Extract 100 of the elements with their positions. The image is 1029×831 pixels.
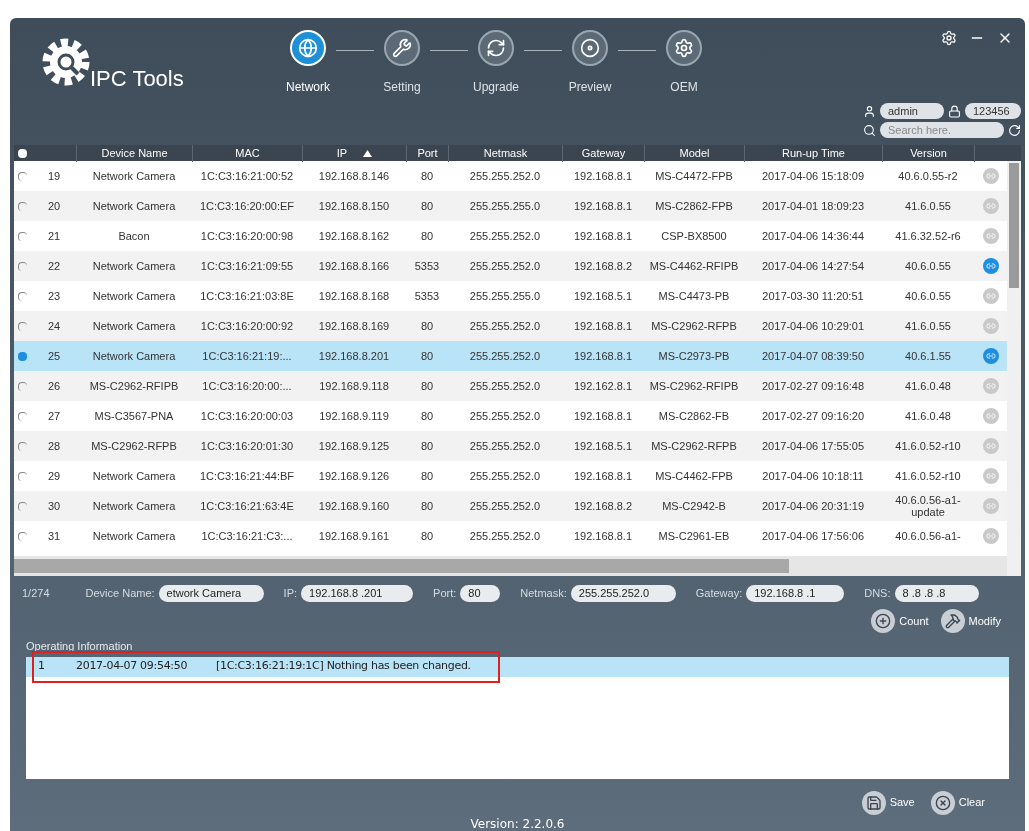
table-cell-text: 192.168.8.1 (572, 530, 634, 542)
horizontal-scrollbar[interactable] (14, 556, 1007, 576)
select-all-checkbox[interactable] (18, 148, 27, 158)
field-label: Gateway: (695, 585, 743, 601)
action-button[interactable]: Modify (940, 609, 1001, 633)
table-cell-text: 41.6.0.55 (904, 200, 952, 212)
step-tab[interactable]: Network (286, 78, 330, 96)
table-cell-text: Network Camera (91, 260, 177, 272)
table-cell-text: 41.6.32.52-r6 (894, 230, 962, 242)
table-cell-text: 192.168.8.166 (317, 260, 391, 272)
section-title: Operating Information (25, 639, 134, 654)
table-cell-text: 255.255.252.0 (468, 470, 542, 482)
footer-button[interactable]: Clear (930, 790, 985, 815)
search-icon (863, 123, 876, 137)
footer-button[interactable]: Save (861, 790, 915, 815)
table-cell-text: Network Camera (91, 350, 177, 362)
password-field[interactable]: 123456 (965, 103, 1021, 119)
table-cell-text: 1C:C3:16:20:00:EF (198, 200, 296, 212)
table-cell-text: 2017-02-27 09:16:48 (760, 380, 866, 392)
refresh-icon[interactable] (478, 30, 514, 66)
table-cell-text: MS-C3567-PNA (93, 410, 175, 422)
table-cell-text: Network Camera (91, 290, 177, 302)
field-label: Netmask: (520, 585, 567, 601)
detail-field[interactable]: 255.255.252.0 (570, 584, 676, 602)
action-button[interactable]: Count (871, 609, 929, 633)
detail-field[interactable]: 192.168.8 .201 (301, 584, 414, 602)
table-cell-text: 2017-04-06 14:27:54 (760, 260, 866, 272)
table-cell-text: 1C:C3:16:21:63:4E (199, 500, 295, 512)
step-tab[interactable]: Setting (383, 78, 421, 96)
field-label: IP: (283, 585, 298, 601)
table-cell-text: 1C:C3:16:20:00:98 (199, 230, 295, 242)
app-title: IPC Tools (90, 65, 184, 93)
username-field[interactable]: admin (880, 103, 944, 119)
table-cell-text: 2017-04-06 20:31:19 (760, 500, 866, 512)
table-row[interactable]: 25 Network Camera 1C:C3:16:21:19:... 192.168.8.201 80 255.255.252.0 192.168.8.1 MS-C2973-PB 2017-04-07 08:39:50 40.6.1.55 (14, 341, 1007, 371)
row-link-icon[interactable] (982, 228, 999, 244)
table-cell-text: 2017-03-30 11:20:51 (761, 290, 865, 302)
table-cell-text: 1C:C3:16:21:00:52 (199, 170, 295, 182)
table-cell-text: 192.168.8.1 (572, 320, 634, 332)
table-row[interactable]: 30 Network Camera 1C:C3:16:21:63:4E 192.168.9.160 80 255.255.252.0 192.168.8.2 MS-C2942-B 2017-04-06 20:31:19 40.6.0.56-a1-update (14, 491, 1007, 521)
step-tab[interactable]: OEM (670, 78, 698, 96)
detail-field[interactable]: etwork Camera (158, 584, 264, 602)
table-row[interactable]: 20 Network Camera 1C:C3:16:20:00:EF 192.168.8.150 80 255.255.255.0 192.168.8.1 MS-C2862-FPB 2017-04-01 18:09:23 41.6.0.55 (14, 191, 1007, 221)
table-cell-text: 80 (419, 320, 435, 332)
row-link-icon[interactable] (982, 258, 999, 274)
table-cell-text: 41.6.0.48 (904, 410, 952, 422)
table-cell-text: MS-C2962-RFPB (650, 440, 738, 452)
table-cell-text: 2017-04-01 18:09:23 (760, 200, 866, 212)
table-cell-text: 192.168.9.161 (317, 530, 391, 542)
table-cell-text: MS-C2962-RFPB (650, 320, 738, 332)
table-cell-text: 80 (419, 380, 435, 392)
row-number: 29 (46, 468, 62, 484)
table-cell-text: 192.162.8.1 (572, 380, 634, 392)
gear-icon[interactable] (666, 30, 702, 66)
table-cell-text: 192.168.8.2 (572, 260, 634, 272)
settings-icon[interactable] (941, 30, 957, 46)
table-cell-text: MS-C4473-PB (657, 290, 731, 302)
field-label: DNS: (864, 585, 891, 601)
wrench-icon[interactable] (384, 30, 420, 66)
table-cell-text: 40.6.0.55 (904, 260, 952, 272)
table-row[interactable]: 22 Network Camera 1C:C3:16:21:09:55 192.168.8.166 5353 255.255.252.0 192.168.8.2 MS-C4462-RFIPB 2017-04-06 14:27:54 40.6.0.55 (14, 251, 1007, 281)
detail-field[interactable]: 8 .8 .8 .8 (894, 584, 979, 602)
detail-field[interactable]: 192.168.8 .1 (746, 584, 845, 602)
table-cell-text: Network Camera (91, 500, 177, 512)
table-cell-text: 5353 (413, 260, 441, 272)
table-row[interactable]: 24 Network Camera 1C:C3:16:20:00:92 192.168.8.169 80 255.255.252.0 192.168.8.1 MS-C2962-RFPB 2017-04-06 10:29:01 41.6.0.55 (14, 311, 1007, 341)
row-number: 24 (46, 318, 62, 334)
search-field[interactable]: Search here. (880, 122, 1004, 138)
table-cell-text: 192.168.8.169 (317, 320, 391, 332)
vertical-scrollbar[interactable] (1007, 145, 1021, 576)
table-cell-text: 255.255.255.0 (468, 290, 542, 302)
version-label: Version: 2.2.0.6 (470, 815, 565, 831)
globe-icon[interactable] (290, 30, 326, 66)
table-cell-text: MS-C2942-B (661, 500, 727, 512)
table-row[interactable]: 26 MS-C2962-RFIPB 1C:C3:16:20:00:... 192.168.9.118 80 255.255.252.0 192.162.8.1 MS-C2962-RFIPB 2017-02-27 09:16:48 41.6.0.48 (14, 371, 1007, 401)
log-message: [1C:C3:16:21:19:1C] Nothing has been changed. (216, 658, 471, 675)
row-number: 25 (46, 348, 62, 364)
row-link-icon[interactable] (982, 468, 999, 484)
row-number: 23 (46, 288, 62, 304)
step-tab[interactable]: Preview (568, 78, 612, 96)
step-tab[interactable]: Upgrade (473, 78, 519, 96)
table-row[interactable]: 28 MS-C2962-RFPB 1C:C3:16:20:01:30 192.168.9.125 80 255.255.252.0 192.168.5.1 MS-C2962-RFPB 2017-04-06 17:55:05 41.6.0.52-r10 (14, 431, 1007, 461)
tools-icon (940, 609, 965, 633)
detail-field[interactable]: 80 (460, 584, 501, 602)
row-link-icon[interactable] (982, 168, 999, 184)
table-cell-text: 80 (419, 440, 435, 452)
row-link-icon[interactable] (982, 288, 999, 304)
row-link-icon[interactable] (982, 348, 999, 364)
table-cell-text: MS-C2962-RFPB (90, 440, 178, 452)
table-cell-text: Network Camera (91, 200, 177, 212)
table-cell-text: 192.168.8.1 (572, 470, 634, 482)
table-cell-text: 2017-04-06 17:56:06 (760, 530, 866, 542)
row-number: 30 (46, 498, 62, 514)
row-checkbox[interactable] (18, 351, 27, 361)
table-cell-text: 255.255.255.0 (468, 200, 542, 212)
table-cell-text: 40.6.1.55 (904, 350, 952, 362)
row-link-icon[interactable] (982, 528, 999, 544)
field-label: Port: (433, 585, 457, 601)
row-link-icon[interactable] (982, 408, 999, 424)
table-cell-text: 80 (419, 170, 435, 182)
